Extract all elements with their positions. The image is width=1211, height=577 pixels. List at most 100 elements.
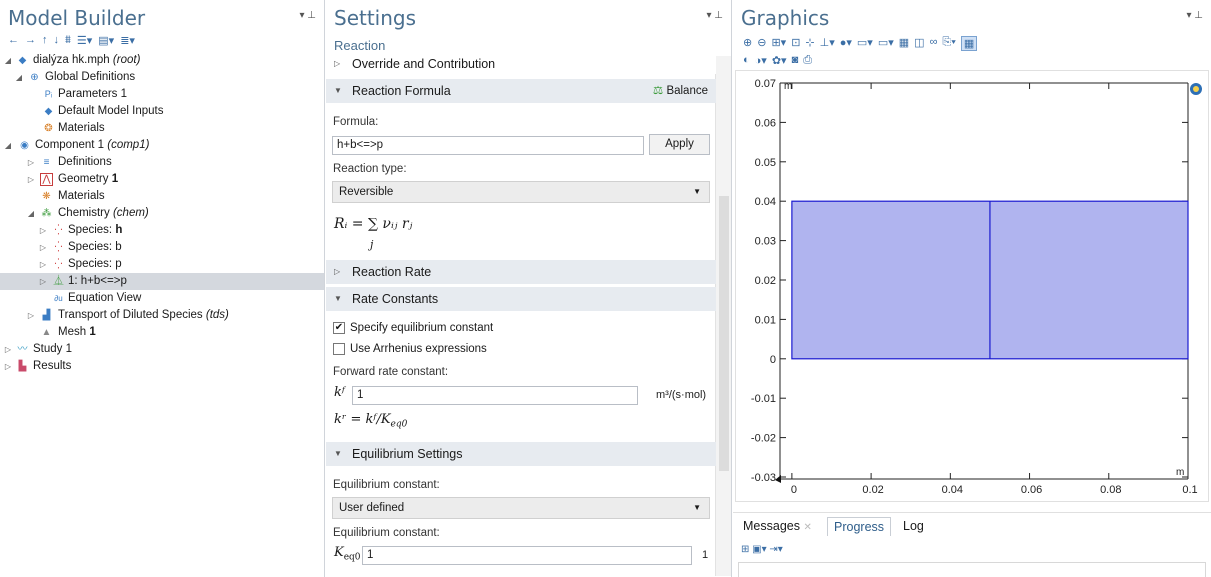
transport-icon: ▟ bbox=[42, 310, 51, 321]
collapse-arrow-icon[interactable]: ◢ bbox=[26, 205, 36, 222]
collapse-arrow-icon[interactable]: ◢ bbox=[3, 137, 13, 154]
transparency-icon[interactable]: ◫ bbox=[914, 36, 924, 51]
zoom-out-icon[interactable]: ⊖ bbox=[757, 36, 766, 51]
definitions-label: Definitions bbox=[58, 156, 112, 168]
expand-arrow-icon[interactable]: ▷ bbox=[38, 273, 48, 290]
expand-arrow-icon[interactable]: ▷ bbox=[38, 239, 48, 256]
light-icon[interactable]: ◐ bbox=[743, 54, 750, 67]
tree-node-parameters[interactable]: Pᵢ Parameters 1 bbox=[0, 86, 324, 103]
tree-node-definitions[interactable]: ▷ ≡ Definitions bbox=[0, 154, 324, 171]
tree-node-study[interactable]: ▷ 〰 Study 1 bbox=[0, 341, 324, 358]
tree-node-default-inputs[interactable]: ◆ Default Model Inputs bbox=[0, 103, 324, 120]
camera-icon[interactable]: ◙ bbox=[792, 54, 799, 67]
pane-menu-icon[interactable]: ▾ ⊥ bbox=[299, 10, 316, 21]
graphics-canvas[interactable]: 0.07 0.06 0.05 0.04 0.03 0.02 0.01 0 -0.01 -0.02 -… bbox=[735, 70, 1209, 502]
scrollbar-thumb[interactable] bbox=[719, 196, 729, 471]
tree-node-equation-view[interactable]: ∂u Equation View bbox=[0, 290, 324, 307]
reaction-type-select[interactable]: Reversible ▼ bbox=[332, 181, 710, 203]
balance-button[interactable]: ⚖ Balance bbox=[653, 79, 708, 103]
formula-input[interactable]: h+b<=>p bbox=[332, 136, 644, 155]
tree-node-geometry[interactable]: ▷ ⋀ Geometry 1 bbox=[0, 171, 324, 188]
show-more-icon[interactable]: ⩩ bbox=[65, 34, 71, 47]
down-arrow-icon[interactable]: ↓ bbox=[54, 34, 60, 47]
expand-arrow-icon[interactable]: ▷ bbox=[26, 154, 36, 171]
section-equilibrium-settings[interactable]: ▼ Equilibrium Settings bbox=[326, 442, 716, 466]
settings-scrollbar[interactable] bbox=[715, 56, 731, 576]
scene-icon[interactable]: ◑▾ bbox=[755, 54, 767, 67]
tree-node-reaction[interactable]: ▷ ⏅ 1: h+b<=>p bbox=[0, 273, 324, 290]
wireframe-icon[interactable]: ▭▾ bbox=[857, 36, 873, 51]
settings-icon[interactable]: ✿▾ bbox=[772, 54, 787, 67]
close-icon[interactable]: ✕ bbox=[803, 522, 811, 533]
tree-node-materials[interactable]: ❋ Materials bbox=[0, 188, 324, 205]
arrhenius-checkbox[interactable]: Use Arrhenius expressions bbox=[333, 343, 487, 355]
graphics-title: Graphics bbox=[741, 6, 830, 30]
x-tick-label: 0 bbox=[791, 484, 797, 496]
view-icon[interactable]: ▦ bbox=[899, 36, 909, 51]
tab-messages[interactable]: Messages ✕ bbox=[737, 517, 818, 535]
collapse-icon[interactable]: ▤▾ bbox=[98, 34, 114, 47]
tree-node-materials-global[interactable]: ❂ Materials bbox=[0, 120, 324, 137]
render-icon[interactable]: ●▾ bbox=[840, 36, 852, 51]
apply-button[interactable]: Apply bbox=[649, 134, 710, 155]
list-icon[interactable]: ≣▾ bbox=[120, 34, 135, 47]
goto-icon[interactable]: ⇥▾ bbox=[769, 544, 782, 555]
zoom-extents-icon[interactable]: ⊡ bbox=[791, 36, 800, 51]
tree-node-transport[interactable]: ▷ ▟ Transport of Diluted Species (tds) bbox=[0, 307, 324, 324]
section-reaction-rate[interactable]: ▷ Reaction Rate bbox=[326, 260, 716, 284]
active-icon[interactable]: ▦ bbox=[960, 36, 978, 51]
expand-arrow-icon[interactable]: ▷ bbox=[38, 222, 48, 239]
print-icon[interactable]: ⎙ bbox=[803, 54, 812, 67]
equilibrium-constant-select[interactable]: User defined ▼ bbox=[332, 497, 710, 519]
tab-log[interactable]: Log bbox=[897, 517, 930, 535]
section-rate-constants[interactable]: ▼ Rate Constants bbox=[326, 287, 716, 311]
keq-unit: 1 bbox=[702, 549, 709, 561]
section-reaction-formula[interactable]: ▼ Reaction Formula ⚖ Balance bbox=[326, 79, 716, 103]
section-override[interactable]: ▷ Override and Contribution bbox=[326, 54, 716, 74]
tree-node-results[interactable]: ▷ ▙ Results bbox=[0, 358, 324, 375]
x-tick-label: 0.04 bbox=[942, 484, 963, 496]
filter-icon[interactable]: ▣▾ bbox=[752, 544, 766, 555]
expand-arrow-icon[interactable]: ▷ bbox=[26, 171, 36, 188]
expand-icon[interactable]: ☰▾ bbox=[77, 34, 92, 47]
tree-node-global-definitions[interactable]: ◢ ⊕ Global Definitions bbox=[0, 69, 324, 86]
tree-node-species-p[interactable]: ▷ ⁛ Species: p bbox=[0, 256, 324, 273]
grid-icon[interactable]: ⊹ bbox=[805, 36, 814, 51]
zoom-in-icon[interactable]: ⊕ bbox=[743, 36, 752, 51]
collapse-arrow-icon[interactable]: ◢ bbox=[3, 52, 13, 69]
chevron-down-icon: ▼ bbox=[693, 187, 701, 196]
keq-input[interactable]: 1 bbox=[362, 546, 692, 565]
bottom-tabs: Messages ✕ Progress Log bbox=[733, 512, 1211, 538]
axis-icon[interactable]: ⊥▾ bbox=[820, 36, 835, 51]
clear-icon[interactable]: ⊞ bbox=[741, 544, 749, 555]
y-tick-label: 0.07 bbox=[755, 78, 776, 90]
tree-node-chemistry[interactable]: ◢ ⁂ Chemistry (chem) bbox=[0, 205, 324, 222]
tree-node-root[interactable]: ◢ ◆ dialýza hk.mph (root) bbox=[0, 52, 324, 69]
mesh-label: Mesh bbox=[58, 326, 87, 338]
zoom-box-icon[interactable]: ⊞▾ bbox=[771, 36, 786, 51]
select-icon[interactable]: ▭▾ bbox=[878, 36, 894, 51]
tab-progress[interactable]: Progress bbox=[827, 517, 892, 536]
keq-symbol-text: K bbox=[334, 545, 344, 560]
tree-node-component[interactable]: ◢ ◉ Component 1 (comp1) bbox=[0, 137, 324, 154]
expand-arrow-icon[interactable]: ▷ bbox=[3, 358, 13, 375]
graphics-toolbar-row2: ◐ ◑▾ ✿▾ ◙ ⎙ bbox=[743, 54, 812, 67]
tree-node-species-h[interactable]: ▷ ⁛ Species: h bbox=[0, 222, 324, 239]
expand-arrow-icon[interactable]: ▷ bbox=[38, 256, 48, 273]
expand-arrow-icon[interactable]: ▷ bbox=[3, 341, 13, 358]
image-icon[interactable]: ∞ bbox=[930, 36, 938, 51]
back-arrow-icon[interactable]: ← bbox=[8, 34, 19, 47]
pane-menu-icon[interactable]: ▾ ⊥ bbox=[706, 10, 723, 21]
forward-arrow-icon[interactable]: → bbox=[25, 34, 36, 47]
checkbox-unchecked-icon[interactable] bbox=[333, 343, 345, 355]
tree-node-species-b[interactable]: ▷ ⁛ Species: b bbox=[0, 239, 324, 256]
expand-arrow-icon[interactable]: ▷ bbox=[26, 307, 36, 324]
up-arrow-icon[interactable]: ↑ bbox=[42, 34, 48, 47]
collapse-arrow-icon[interactable]: ◢ bbox=[14, 69, 24, 86]
screenshot-icon[interactable]: ⎘▾ bbox=[942, 36, 955, 51]
pane-menu-icon[interactable]: ▾ ⊥ bbox=[1186, 10, 1203, 21]
tree-node-mesh[interactable]: ▲ Mesh 1 bbox=[0, 324, 324, 341]
kf-input[interactable]: 1 bbox=[352, 386, 638, 405]
specify-equilibrium-checkbox[interactable]: ✔ Specify equilibrium constant bbox=[333, 322, 493, 334]
checkbox-checked-icon[interactable]: ✔ bbox=[333, 322, 345, 334]
